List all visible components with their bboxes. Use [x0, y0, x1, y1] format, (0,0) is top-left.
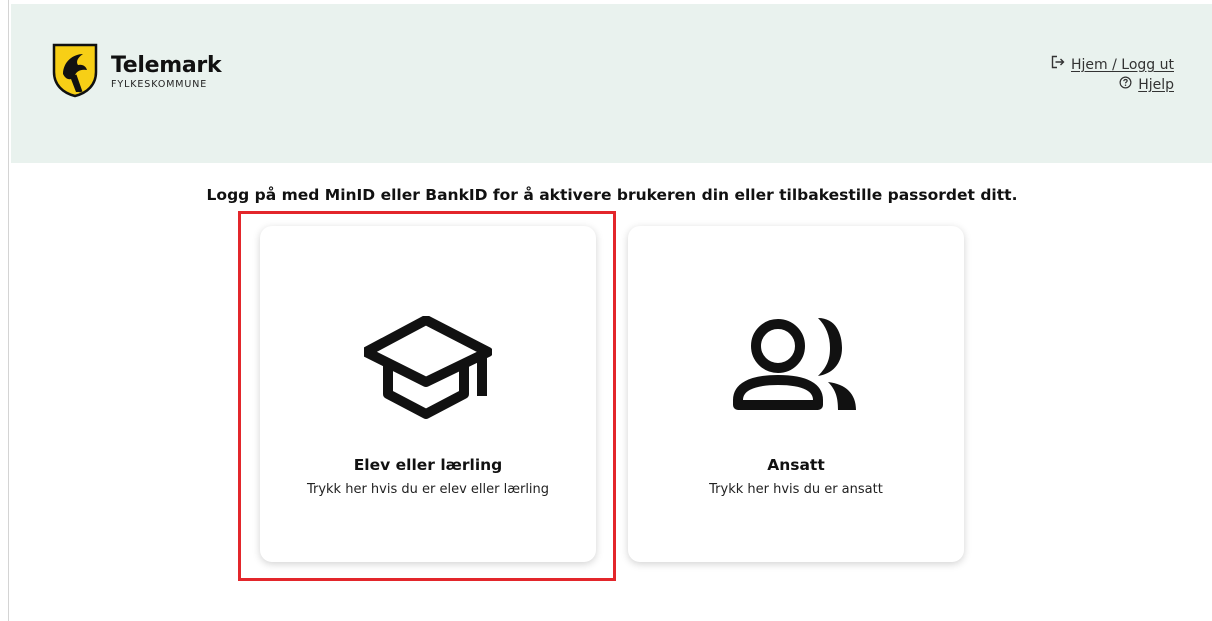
student-card-subtitle: Trykk her hvis du er elev eller lærling	[306, 482, 550, 497]
telemark-coat-of-arms-icon	[51, 42, 99, 102]
home-logout-label: Hjem / Logg ut	[1071, 57, 1174, 73]
window-edge	[8, 0, 9, 621]
student-apprentice-card[interactable]: Elev eller lærling Trykk her hvis du er …	[260, 226, 596, 562]
employee-card-subtitle: Trykk her hvis du er ansatt	[709, 482, 883, 497]
graduation-cap-icon	[361, 315, 493, 424]
question-circle-icon	[1119, 75, 1138, 95]
logout-arrow-icon	[1051, 55, 1071, 75]
employee-card[interactable]: Ansatt Trykk her hvis du er ansatt	[628, 226, 964, 562]
header-links: Hjem / Logg ut Hjelp	[1051, 55, 1174, 95]
help-link[interactable]: Hjelp	[1051, 75, 1174, 95]
page: Telemark FYLKESKOMMUNE Hjem / Logg ut Hj…	[0, 0, 1212, 621]
employee-card-title: Ansatt	[767, 456, 825, 474]
brand-logo[interactable]: Telemark FYLKESKOMMUNE	[51, 42, 222, 102]
home-logout-link[interactable]: Hjem / Logg ut	[1051, 55, 1174, 75]
brand-subtitle: FYLKESKOMMUNE	[111, 78, 208, 90]
lead-text: Logg på med MinID eller BankID for å akt…	[206, 186, 1018, 204]
people-icon	[732, 316, 860, 414]
help-label: Hjelp	[1138, 77, 1174, 93]
site-header: Telemark FYLKESKOMMUNE Hjem / Logg ut Hj…	[11, 4, 1212, 163]
brand-title: Telemark	[111, 52, 222, 78]
student-card-title: Elev eller lærling	[353, 456, 503, 474]
